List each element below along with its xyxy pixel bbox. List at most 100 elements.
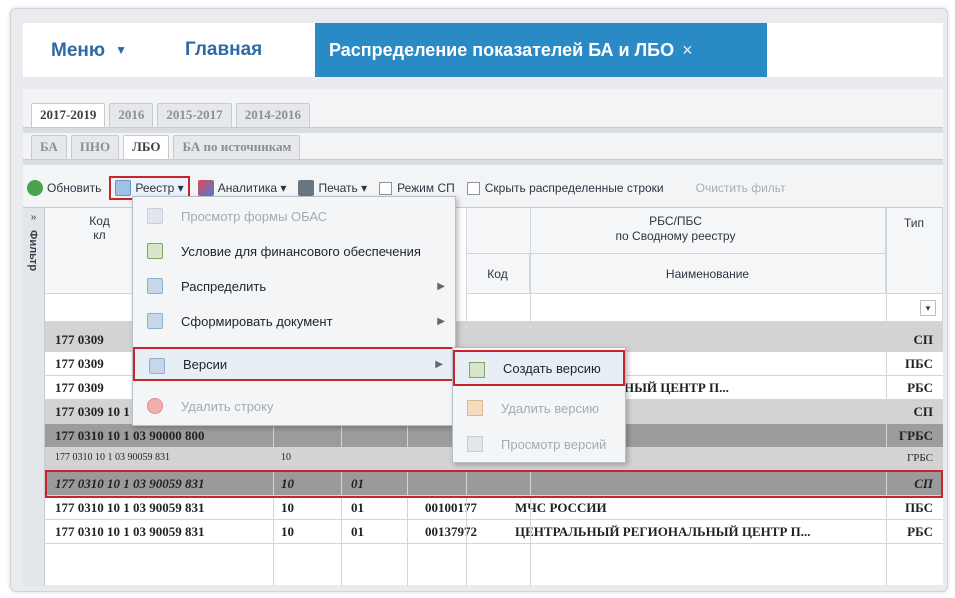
versions-icon (149, 358, 165, 374)
versions-submenu: Создать версию Удалить версию Просмотр в… (452, 347, 626, 463)
header-name[interactable]: Наименование (530, 254, 886, 294)
top-navigation: Меню ▼ Главная Распределение показателей … (23, 23, 943, 77)
printer-icon (298, 180, 315, 196)
header-type[interactable]: Тип (886, 208, 943, 294)
menu-item-label: Удалить версию (501, 400, 599, 416)
clear-filter-button[interactable]: Очистить фильт (692, 176, 790, 200)
view-versions-icon (467, 436, 483, 452)
cell-type: ПБС (904, 356, 933, 371)
header-cl-label: кл (93, 228, 106, 242)
tab-year[interactable]: 2014-2016 (235, 103, 311, 127)
chart-icon (197, 180, 214, 196)
create-version-icon (469, 362, 485, 378)
analytics-label: Аналитика ▾ (217, 181, 287, 195)
cell-type: ГРБС (906, 452, 933, 464)
cell-type: ПБС (904, 500, 933, 515)
cell-type: СП (913, 332, 934, 347)
menu-dropdown[interactable]: Меню ▼ (51, 23, 127, 77)
menu-item-label: Условие для финансового обеспечения (181, 243, 421, 259)
chevron-right-icon: ▶ (435, 358, 443, 370)
chevron-down-icon: ▼ (115, 43, 127, 57)
menu-item-label: Версии (183, 356, 228, 372)
header-kod[interactable]: Код (466, 254, 530, 294)
cell-code: 177 0310 10 1 03 90059 831 (55, 500, 205, 515)
distribute-icon (147, 278, 163, 294)
home-link[interactable]: Главная (185, 23, 262, 77)
menu-label: Меню (51, 40, 106, 61)
cell-col1: 10 (281, 452, 291, 463)
tab-ba[interactable]: БА (31, 135, 67, 159)
cell-name: ЦЕНТРАЛЬНЫЙ РЕГИОНАЛЬНЫЙ ЦЕНТР П... (515, 524, 811, 539)
registry-icon (115, 180, 132, 196)
menu-item-generate-document[interactable]: Сформировать документ ▶ (133, 304, 455, 338)
menu-item-label: Распределить (181, 278, 267, 294)
selected-row-highlight (45, 470, 943, 498)
document-icon (147, 313, 163, 329)
cell-type: РБС (907, 524, 933, 539)
hide-rows-label: Скрыть распределенные строки (484, 181, 664, 195)
close-icon[interactable]: × (682, 40, 693, 60)
table-row[interactable]: 177 0310 10 1 03 90059 831 10 01 00137972 ЦЕ… (45, 520, 943, 544)
menu-item-label: Сформировать документ (181, 313, 333, 329)
delete-version-icon (467, 400, 483, 416)
cell-col1: 10 (281, 500, 294, 515)
menu-item-versions[interactable]: Версии ▶ (133, 347, 455, 381)
cell-col1: 10 (281, 524, 294, 539)
chevron-right-icon: ▶ (437, 280, 445, 292)
cell-code: 177 0310 10 1 03 90059 831 (55, 524, 205, 539)
tab-ba-sources[interactable]: БА по источникам (173, 135, 301, 159)
document-add-icon (147, 243, 163, 259)
delete-icon (147, 398, 163, 414)
header-rbs: РБС/ПБС по Сводному реестру (466, 208, 886, 254)
header-rbs-sub: по Сводному реестру (615, 229, 736, 243)
menu-item-view-versions[interactable]: Просмотр версий (453, 426, 625, 462)
filter-panel[interactable]: » Фильтр (23, 208, 45, 586)
tab-divider (23, 159, 943, 165)
print-label: Печать ▾ (318, 181, 368, 195)
column-divider (886, 208, 887, 586)
cell-kod: 00100177 (425, 500, 477, 515)
cell-col2: 01 (351, 524, 364, 539)
checkbox-icon[interactable] (466, 181, 480, 195)
cell-code: 177 0309 (55, 356, 104, 371)
cell-code: 177 0310 10 1 03 90000 800 (55, 428, 205, 443)
registry-dropdown-menu: Просмотр формы ОБАС Условие для финансов… (132, 196, 456, 426)
menu-item-delete-row[interactable]: Удалить строку (133, 389, 455, 423)
form-icon (147, 208, 163, 224)
cell-code: 177 0309 (55, 332, 104, 347)
registry-label: Реестр ▾ (135, 181, 184, 195)
checkbox-icon[interactable] (379, 181, 393, 195)
category-tabs: БА ПНО ЛБО БА по источникам (31, 135, 301, 159)
tab-year[interactable]: 2015-2017 (157, 103, 232, 127)
cell-code: 177 0309 (55, 380, 104, 395)
expand-icon[interactable]: » (23, 212, 44, 223)
menu-item-view-obas[interactable]: Просмотр формы ОБАС (133, 199, 455, 233)
year-tabs: 2017-2019 2016 2015-2017 2014-2016 (31, 103, 311, 127)
tab-year[interactable]: 2016 (109, 103, 154, 127)
menu-item-distribute[interactable]: Распределить ▶ (133, 269, 455, 303)
tab-lbo[interactable]: ЛБО (123, 135, 170, 159)
menu-item-delete-version[interactable]: Удалить версию (453, 390, 625, 426)
refresh-label: Обновить (47, 181, 102, 195)
tab-year[interactable]: 2017-2019 (31, 103, 106, 127)
header-rbs-label: РБС/ПБС (649, 214, 702, 228)
refresh-icon (27, 180, 43, 196)
cell-col2: 01 (351, 500, 364, 515)
cell-type: СП (913, 404, 934, 419)
cell-kod: 00137972 (425, 524, 477, 539)
menu-item-label: Удалить строку (181, 398, 274, 414)
menu-item-create-version[interactable]: Создать версию (453, 350, 625, 386)
mode-sp-label: Режим СП (397, 181, 455, 195)
menu-item-finance-condition[interactable]: Условие для финансового обеспечения (133, 234, 455, 268)
chevron-right-icon: ▶ (437, 315, 445, 327)
filter-label: Фильтр (27, 230, 39, 272)
menu-item-label: Просмотр версий (501, 436, 607, 452)
cell-type: РБС (907, 380, 933, 395)
menu-item-label: Создать версию (503, 360, 601, 376)
table-row[interactable]: 177 0310 10 1 03 90059 831 10 01 00100177 МЧ… (45, 496, 943, 520)
hide-rows-checkbox[interactable]: Скрыть распределенные строки (463, 176, 668, 200)
active-page-tab[interactable]: Распределение показателей БА и ЛБО × (315, 23, 767, 77)
cell-name: МЧС РОССИИ (515, 500, 607, 515)
tab-pno[interactable]: ПНО (70, 135, 120, 159)
refresh-button[interactable]: Обновить (23, 176, 105, 200)
